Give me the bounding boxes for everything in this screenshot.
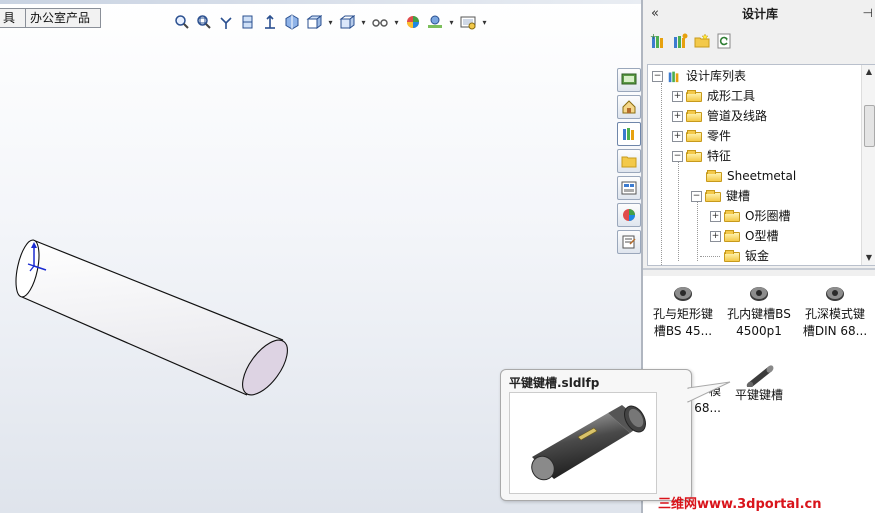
folder-icon — [686, 90, 702, 102]
folder-icon — [686, 130, 702, 142]
svg-text:+: + — [650, 33, 657, 41]
expand-icon[interactable]: + — [672, 110, 683, 122]
tree-node-label: 特征 — [707, 149, 732, 163]
tree-node-features[interactable]: − 特征 — [672, 146, 731, 166]
expand-icon[interactable]: + — [672, 90, 683, 102]
flat-key-shaft-preview — [531, 405, 646, 481]
file-preview-tooltip: 平键键槽.sldlfp — [500, 369, 692, 501]
design-library-tab[interactable] — [617, 122, 641, 146]
home-tab[interactable] — [617, 95, 641, 119]
view-palette-icon — [621, 181, 637, 195]
tree-node-label: O形圈槽 — [745, 209, 791, 223]
design-library-icon — [623, 128, 634, 140]
tree-node-label: 零件 — [707, 129, 732, 143]
tree-node-label: 管道及线路 — [707, 109, 768, 123]
origin-triad-icon — [27, 242, 47, 272]
folder-icon — [686, 110, 702, 122]
pane-toolbar: + — [649, 32, 733, 50]
folder-icon — [724, 210, 740, 222]
expand-icon[interactable]: + — [710, 230, 721, 242]
item-label-line2: 4500p1 — [736, 324, 782, 338]
item-label-line1: 孔深模式键 — [804, 307, 865, 321]
tooltip-title: 平键键槽.sldlfp — [509, 376, 600, 390]
keyway-feature-icon — [750, 287, 768, 301]
tooltip-pointer — [687, 381, 731, 403]
folder-open-icon — [705, 190, 721, 202]
custom-properties-tab[interactable] — [617, 230, 641, 254]
design-library-icon — [666, 68, 682, 84]
library-item-deep-keyway[interactable]: 孔深模式键 槽DIN 68... — [797, 278, 873, 340]
tree-guide-line — [661, 83, 662, 265]
folder-icon — [724, 230, 740, 242]
tree-node-o-ring-groove[interactable]: + O形圈槽 — [710, 206, 790, 226]
keyway-feature-icon — [826, 287, 844, 301]
collapse-icon[interactable]: − — [672, 150, 683, 162]
tree-guide-line — [700, 256, 720, 257]
item-label-line2: 槽DIN 68... — [802, 324, 868, 338]
appearances-tab[interactable] — [617, 203, 641, 227]
tree-node-forming-tools[interactable]: + 成形工具 — [672, 86, 755, 106]
file-explorer-tab[interactable] — [617, 149, 641, 173]
item-label-line1: 孔与矩形键 — [652, 307, 713, 321]
keyway-feature-icon — [674, 287, 692, 301]
solidworks-resources-icon — [621, 73, 637, 85]
preview-image — [509, 392, 657, 494]
pane-title: 设计库 — [741, 7, 778, 21]
tree-node-label: 键槽 — [726, 189, 751, 203]
library-item-internal-keyway[interactable]: 孔内键槽BS 4500p1 — [721, 278, 797, 340]
folder-icon — [724, 250, 740, 262]
flat-key-shaft-icon — [746, 365, 774, 387]
folder-open-icon — [686, 150, 702, 162]
tree-node-parts[interactable]: + 零件 — [672, 126, 731, 146]
scroll-down-icon[interactable]: ▼ — [862, 251, 875, 265]
refresh-icon[interactable] — [715, 32, 733, 50]
item-label-line1: 平键键槽 — [734, 388, 783, 402]
expand-icon[interactable]: + — [672, 130, 683, 142]
appearance-sphere-icon — [623, 209, 635, 221]
create-new-folder-icon[interactable] — [693, 32, 711, 50]
home-icon — [622, 100, 636, 114]
tree-node-root[interactable]: − 设计库列表 — [652, 66, 746, 86]
tree-node-keyways[interactable]: − 键槽 — [691, 186, 750, 206]
custom-properties-icon — [622, 235, 636, 249]
pane-splitter[interactable] — [643, 268, 875, 270]
view-palette-tab[interactable] — [617, 176, 641, 200]
add-to-library-icon[interactable]: + — [649, 32, 667, 50]
tree-guide-line — [678, 161, 679, 261]
pin-icon[interactable]: ⊣ — [863, 6, 873, 20]
solidworks-resources-tab[interactable] — [617, 68, 641, 92]
library-item-flat-keyway[interactable]: 平键键槽 — [721, 355, 797, 404]
tree-scrollbar[interactable]: ▲ ▼ — [861, 65, 875, 265]
add-file-location-icon[interactable] — [671, 32, 689, 50]
item-label-line2: 槽BS 45... — [653, 324, 713, 338]
tree-node-routing[interactable]: + 管道及线路 — [672, 106, 767, 126]
tree-node-label: 设计库列表 — [686, 69, 747, 83]
scrollbar-thumb[interactable] — [864, 105, 875, 147]
tree-node-sheet-metal-cn[interactable]: 钣金 — [724, 246, 770, 265]
tree-node-o-groove[interactable]: + O型槽 — [710, 226, 778, 246]
tree-node-sheetmetal[interactable]: Sheetmetal — [706, 166, 796, 186]
item-label-line1: 孔内键槽BS — [727, 307, 791, 321]
scroll-up-icon[interactable]: ▲ — [862, 65, 875, 79]
tree-guide-line — [697, 201, 698, 261]
collapse-icon[interactable]: − — [691, 190, 702, 202]
folder-icon — [621, 156, 637, 168]
tree-node-label: 钣金 — [745, 249, 770, 263]
tree-node-label: 成形工具 — [707, 89, 756, 103]
library-item-hole-rect-keyway[interactable]: 孔与矩形键 槽BS 45... — [645, 278, 721, 340]
library-tree[interactable]: − 设计库列表 + 成形工具 + 管道及线路 + 零件 − 特征 Sheetme… — [647, 64, 875, 266]
watermark: 三维网www.3dportal.cn — [658, 497, 822, 512]
expand-icon[interactable]: + — [710, 210, 721, 222]
tree-node-label: O型槽 — [745, 229, 779, 243]
folder-icon — [706, 170, 722, 182]
collapse-icon[interactable]: − — [652, 70, 663, 82]
tree-node-label: Sheetmetal — [727, 169, 797, 183]
taskpane-tab-strip — [617, 68, 641, 257]
